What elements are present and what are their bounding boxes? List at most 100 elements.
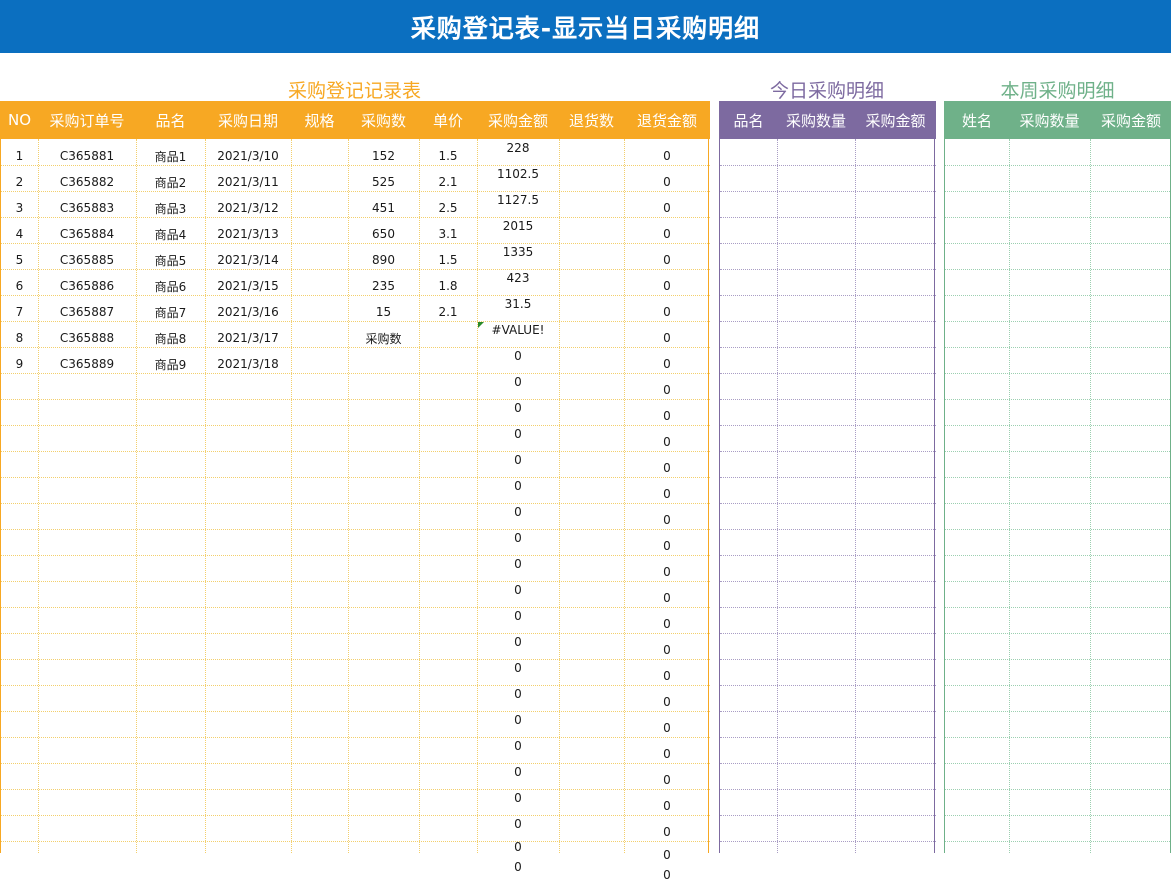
table-cell[interactable]: 3 [1, 195, 38, 221]
table-cell[interactable]: 15 [348, 299, 419, 325]
table-cell[interactable]: 2021/3/16 [205, 299, 291, 325]
table-cell[interactable]: 0 [624, 741, 710, 767]
table-cell[interactable]: 商品2 [136, 169, 205, 195]
column-header[interactable]: 采购金额 [477, 101, 559, 139]
table-cell[interactable]: 2021/3/14 [205, 247, 291, 273]
table-cell[interactable]: 7 [1, 299, 38, 325]
table-cell[interactable]: 228 [477, 135, 559, 161]
table-cell[interactable]: 0 [477, 369, 559, 395]
table-cell[interactable]: 31.5 [477, 291, 559, 317]
table-cell[interactable]: 0 [624, 715, 710, 741]
table-cell[interactable]: 2021/3/12 [205, 195, 291, 221]
table-cell[interactable]: 0 [624, 169, 710, 195]
table-cell[interactable]: 451 [348, 195, 419, 221]
column-header[interactable]: 采购金额 [1090, 101, 1171, 139]
table-cell[interactable]: 0 [624, 793, 710, 819]
table-cell[interactable]: 0 [624, 377, 710, 403]
table-cell[interactable]: 0 [624, 429, 710, 455]
table-cell[interactable]: 2015 [477, 213, 559, 239]
table-cell[interactable]: 0 [477, 655, 559, 681]
table-cell[interactable]: 0 [624, 559, 710, 585]
table-cell[interactable]: 0 [624, 819, 710, 845]
table-cell[interactable]: 235 [348, 273, 419, 299]
column-header[interactable]: 采购金额 [855, 101, 936, 139]
table-cell[interactable]: C365888 [38, 325, 136, 351]
table-cell[interactable]: 1.5 [419, 143, 477, 169]
table-cell[interactable]: 1 [1, 143, 38, 169]
column-header[interactable]: 采购数 [348, 101, 419, 139]
table-cell[interactable]: 152 [348, 143, 419, 169]
table-cell[interactable]: 0 [477, 343, 559, 369]
column-header[interactable]: 采购订单号 [38, 101, 136, 139]
table-cell[interactable]: 采购数 [348, 325, 419, 351]
table-cell[interactable]: 2021/3/10 [205, 143, 291, 169]
table-cell[interactable]: 0 [624, 247, 710, 273]
table-cell[interactable]: 0 [477, 421, 559, 447]
table-cell[interactable]: 9 [1, 351, 38, 377]
column-header[interactable]: 退货金额 [624, 101, 710, 139]
table-cell[interactable]: 4 [1, 221, 38, 247]
table-cell[interactable]: 2021/3/17 [205, 325, 291, 351]
table-cell[interactable]: 525 [348, 169, 419, 195]
table-cell[interactable]: 0 [624, 455, 710, 481]
table-cell[interactable]: 0 [624, 637, 710, 663]
table-cell[interactable]: 423 [477, 265, 559, 291]
table-cell[interactable]: 0 [624, 865, 710, 885]
table-cell[interactable]: 0 [624, 845, 710, 865]
table-cell[interactable]: 0 [624, 481, 710, 507]
table-cell[interactable]: 2.1 [419, 169, 477, 195]
table-cell[interactable]: 0 [477, 837, 559, 857]
table-cell[interactable]: 0 [624, 533, 710, 559]
table-cell[interactable]: 0 [477, 857, 559, 877]
table-cell[interactable]: #VALUE! [477, 317, 559, 343]
table-cell[interactable]: C365884 [38, 221, 136, 247]
table-cell[interactable]: 0 [624, 767, 710, 793]
table-cell[interactable]: 2021/3/18 [205, 351, 291, 377]
table-cell[interactable]: 0 [477, 499, 559, 525]
table-cell[interactable]: 商品5 [136, 247, 205, 273]
table-cell[interactable]: C365885 [38, 247, 136, 273]
table-cell[interactable]: 0 [477, 525, 559, 551]
column-header[interactable]: 姓名 [945, 101, 1009, 139]
table-cell[interactable]: 0 [624, 273, 710, 299]
table-cell[interactable]: 0 [477, 395, 559, 421]
table-cell[interactable]: 1102.5 [477, 161, 559, 187]
table-cell[interactable]: 0 [477, 603, 559, 629]
column-header[interactable]: 退货数 [559, 101, 624, 139]
column-header[interactable]: 采购数量 [1009, 101, 1090, 139]
table-cell[interactable]: 2021/3/11 [205, 169, 291, 195]
column-header[interactable]: NO [1, 101, 38, 139]
table-cell[interactable]: 0 [477, 707, 559, 733]
table-cell[interactable]: 1.8 [419, 273, 477, 299]
table-cell[interactable]: 0 [477, 551, 559, 577]
table-cell[interactable]: 0 [624, 585, 710, 611]
table-cell[interactable]: 5 [1, 247, 38, 273]
table-cell[interactable]: 8 [1, 325, 38, 351]
column-header[interactable]: 采购日期 [205, 101, 291, 139]
table-cell[interactable]: 0 [477, 577, 559, 603]
table-cell[interactable]: 650 [348, 221, 419, 247]
table-cell[interactable]: 890 [348, 247, 419, 273]
table-cell[interactable]: 0 [624, 507, 710, 533]
table-cell[interactable]: 2.1 [419, 299, 477, 325]
table-cell[interactable]: 0 [477, 759, 559, 785]
column-header[interactable]: 品名 [136, 101, 205, 139]
table-cell[interactable]: 商品7 [136, 299, 205, 325]
table-cell[interactable]: 2021/3/13 [205, 221, 291, 247]
table-cell[interactable]: C365882 [38, 169, 136, 195]
table-cell[interactable]: 3.1 [419, 221, 477, 247]
table-cell[interactable]: 0 [624, 221, 710, 247]
table-cell[interactable]: 1335 [477, 239, 559, 265]
table-cell[interactable]: 1.5 [419, 247, 477, 273]
column-header[interactable]: 规格 [291, 101, 348, 139]
table-cell[interactable]: 0 [624, 195, 710, 221]
table-cell[interactable]: 2 [1, 169, 38, 195]
table-cell[interactable]: 商品6 [136, 273, 205, 299]
table-cell[interactable]: 0 [477, 785, 559, 811]
table-cell[interactable]: 1127.5 [477, 187, 559, 213]
table-cell[interactable]: 商品8 [136, 325, 205, 351]
table-cell[interactable]: 0 [624, 325, 710, 351]
table-cell[interactable]: 0 [624, 143, 710, 169]
table-cell[interactable]: 0 [477, 447, 559, 473]
table-cell[interactable]: 0 [477, 681, 559, 707]
